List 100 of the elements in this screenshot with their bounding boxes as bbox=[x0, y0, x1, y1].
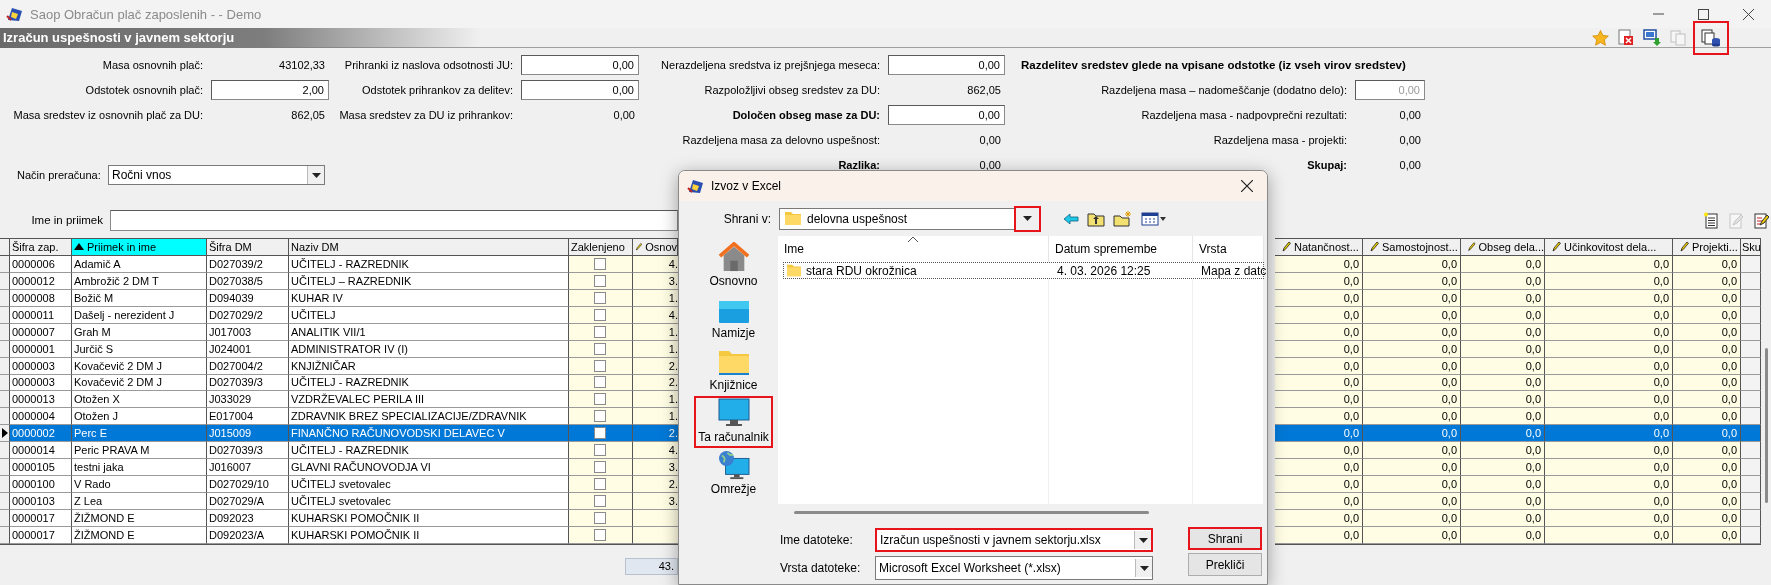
table-cell: 0,0 bbox=[1363, 391, 1461, 409]
column-header[interactable]: Projekti... bbox=[1673, 238, 1741, 256]
sort-up-icon bbox=[908, 236, 918, 242]
search-field[interactable] bbox=[110, 209, 678, 231]
field-label: Razlika: bbox=[837, 158, 880, 171]
column-header[interactable]: Ime bbox=[778, 236, 1049, 262]
pencil-icon bbox=[635, 240, 643, 253]
scrollbar[interactable] bbox=[794, 510, 1149, 514]
checkbox[interactable] bbox=[594, 308, 606, 321]
amount-field[interactable]: 0,00 bbox=[521, 79, 639, 100]
checkbox[interactable] bbox=[594, 495, 606, 508]
back-arrow-icon bbox=[1063, 212, 1079, 225]
field-label: Masa sredstev za DU iz prihrankov: bbox=[338, 108, 513, 121]
row-header[interactable] bbox=[0, 306, 10, 324]
table-cell: 0,0 bbox=[1673, 425, 1741, 443]
place-item[interactable]: Osnovno bbox=[694, 240, 773, 292]
dropdown-arrow-icon bbox=[1138, 537, 1148, 543]
file-type-dropdown[interactable]: Microsoft Excel Worksheet (*.xlsx) bbox=[875, 556, 1153, 580]
row-header[interactable] bbox=[0, 459, 10, 477]
amount-field[interactable]: 0,00 bbox=[888, 104, 1005, 125]
row-header[interactable] bbox=[0, 510, 10, 527]
table-cell: Otožen J bbox=[72, 408, 207, 426]
column-header[interactable]: Priimek in ime bbox=[72, 238, 207, 256]
checkbox[interactable] bbox=[594, 274, 606, 287]
place-item[interactable]: Omrežje bbox=[694, 448, 773, 500]
checkbox[interactable] bbox=[594, 461, 606, 474]
checkbox[interactable] bbox=[594, 257, 606, 270]
column-header[interactable]: Natančnost... bbox=[1275, 238, 1363, 256]
column-header[interactable]: Sku bbox=[1741, 238, 1761, 256]
table-cell: 0,0 bbox=[1275, 476, 1363, 494]
row-header[interactable] bbox=[0, 374, 10, 392]
row-header[interactable] bbox=[0, 526, 10, 544]
checkbox[interactable] bbox=[594, 511, 606, 524]
column-header[interactable]: Datum spremembe bbox=[1049, 236, 1193, 262]
scrollbar[interactable] bbox=[1765, 348, 1768, 503]
file-row[interactable]: stara RDU okrožnica 4. 03. 2026 12:25 Mapa z datc bbox=[783, 262, 1264, 279]
checkbox[interactable] bbox=[594, 393, 606, 406]
toolbar-button[interactable] bbox=[1693, 20, 1729, 55]
row-header[interactable] bbox=[0, 442, 10, 460]
row-header[interactable] bbox=[0, 323, 10, 341]
checkbox[interactable] bbox=[594, 427, 606, 440]
place-item[interactable]: Namizje bbox=[694, 292, 773, 344]
monitor-icon bbox=[717, 398, 750, 428]
place-item[interactable]: Ta računalnik bbox=[694, 396, 773, 448]
checkbox[interactable] bbox=[594, 291, 606, 304]
file-name-field[interactable]: Izračun uspešnosti v javnem sektorju.xlsx bbox=[875, 528, 1153, 552]
amount-value: 0,00 bbox=[1398, 108, 1422, 121]
column-header[interactable]: Naziv DM bbox=[289, 238, 569, 256]
amount-field[interactable]: 0,00 bbox=[888, 54, 1005, 75]
dropdown-button[interactable] bbox=[1014, 205, 1041, 232]
column-header[interactable]: Vrsta bbox=[1193, 236, 1264, 262]
table-cell: 0,0 bbox=[1275, 442, 1363, 460]
amount-field[interactable]: 0,00 bbox=[521, 54, 639, 75]
amount-field[interactable]: 2,00 bbox=[211, 79, 329, 100]
field-label: Razpoložljivi obseg sredstev za DU: bbox=[703, 83, 880, 96]
row-header[interactable] bbox=[0, 255, 10, 273]
checkbox[interactable] bbox=[594, 528, 606, 541]
checkbox[interactable] bbox=[594, 359, 606, 372]
table-cell: J015009 bbox=[207, 425, 289, 443]
column-header[interactable]: Osnov bbox=[633, 238, 678, 256]
table-cell: 0,0 bbox=[1461, 425, 1545, 443]
column-header[interactable]: Samostojnost... bbox=[1363, 238, 1461, 256]
row-header[interactable] bbox=[0, 289, 10, 307]
table-cell: 0,0 bbox=[1673, 442, 1741, 460]
table-cell: 0,0 bbox=[1545, 425, 1673, 443]
table-cell: 0,0 bbox=[1363, 510, 1461, 527]
row-header[interactable] bbox=[0, 493, 10, 510]
column-header[interactable]: Zaklenjeno bbox=[569, 238, 633, 256]
checkbox[interactable] bbox=[594, 478, 606, 491]
method-dropdown[interactable]: Ročni vnos bbox=[108, 165, 325, 185]
checkbox[interactable] bbox=[594, 342, 606, 355]
folder-dropdown[interactable]: delovna uspešnost bbox=[779, 207, 1041, 230]
table-cell: 0,0 bbox=[1545, 442, 1673, 460]
column-header[interactable]: Obseg dela... bbox=[1461, 238, 1545, 256]
file-name: stara RDU okrožnica bbox=[806, 263, 917, 278]
table-cell: 0,0 bbox=[1545, 459, 1673, 477]
dialog-button[interactable]: Prekliči bbox=[1188, 553, 1262, 576]
row-header[interactable] bbox=[0, 272, 10, 290]
edit-list-icon bbox=[1752, 211, 1769, 229]
star-icon bbox=[1591, 29, 1609, 46]
row-header[interactable] bbox=[0, 408, 10, 426]
table-cell: 0,0 bbox=[1363, 442, 1461, 460]
row-header[interactable] bbox=[0, 340, 10, 358]
row-header[interactable] bbox=[0, 476, 10, 494]
row-header[interactable] bbox=[0, 391, 10, 409]
checkbox[interactable] bbox=[594, 325, 606, 338]
dialog-button[interactable]: Shrani bbox=[1188, 527, 1262, 550]
total-value: 43. bbox=[625, 558, 678, 575]
column-header[interactable]: Šifra zap. bbox=[10, 238, 72, 256]
table-cell: 3. bbox=[633, 493, 678, 510]
field-label: Razdeljena masa za delovno uspešnost: bbox=[681, 133, 880, 146]
checkbox[interactable] bbox=[594, 410, 606, 423]
column-header[interactable]: Učinkovitost dela... bbox=[1545, 238, 1673, 256]
checkbox[interactable] bbox=[594, 444, 606, 457]
row-pointer-icon bbox=[1, 428, 8, 439]
place-item[interactable]: Knjižnice bbox=[694, 344, 773, 396]
column-header[interactable]: Šifra DM bbox=[207, 238, 289, 256]
row-header[interactable] bbox=[0, 357, 10, 375]
house-icon bbox=[716, 242, 751, 272]
checkbox[interactable] bbox=[594, 376, 606, 389]
